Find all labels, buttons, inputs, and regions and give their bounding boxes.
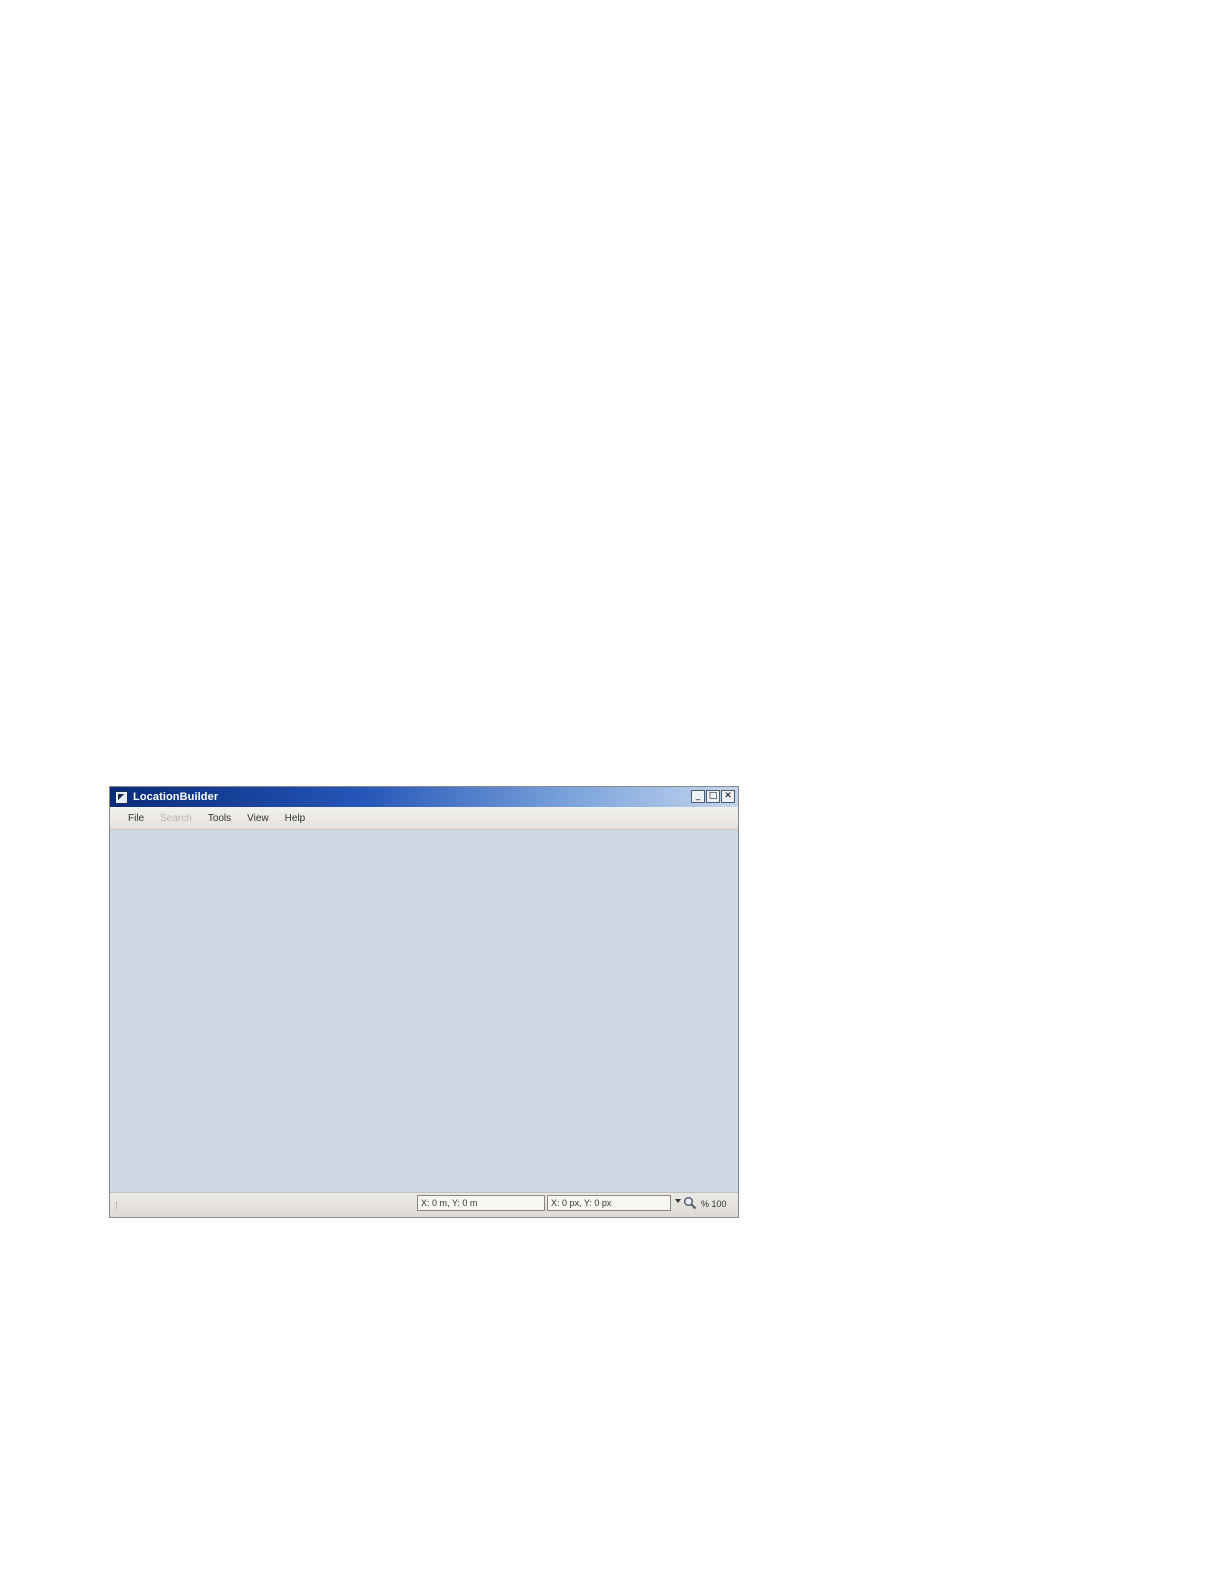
title-bar[interactable]: LocationBuilder _ □ ✕ <box>110 787 738 807</box>
close-button[interactable]: ✕ <box>721 790 735 803</box>
meters-coordinate-readout: X: 0 m, Y: 0 m <box>417 1195 545 1211</box>
menu-bar: File Search Tools View Help <box>110 807 738 830</box>
magnifier-icon[interactable] <box>683 1196 697 1210</box>
window-title: LocationBuilder <box>133 791 219 803</box>
zoom-level: % 100 <box>701 1199 727 1209</box>
app-icon[interactable] <box>115 790 128 804</box>
window-controls: _ □ ✕ <box>691 790 735 803</box>
map-canvas[interactable] <box>110 830 738 1193</box>
status-bar: X: 0 m, Y: 0 m X: 0 px, Y: 0 px % 100 <box>110 1192 738 1217</box>
minimize-button[interactable]: _ <box>691 790 705 803</box>
menu-view[interactable]: View <box>239 813 277 824</box>
menu-help[interactable]: Help <box>277 813 314 824</box>
chevron-down-icon[interactable] <box>675 1199 681 1203</box>
status-grip <box>116 1202 123 1210</box>
pixels-coordinate-readout: X: 0 px, Y: 0 px <box>547 1195 671 1211</box>
maximize-button[interactable]: □ <box>706 790 720 803</box>
app-window: LocationBuilder _ □ ✕ File Search Tools … <box>109 786 739 1218</box>
menu-search: Search <box>160 812 192 824</box>
menu-file[interactable]: File <box>120 813 152 824</box>
menu-tools[interactable]: Tools <box>200 813 239 824</box>
